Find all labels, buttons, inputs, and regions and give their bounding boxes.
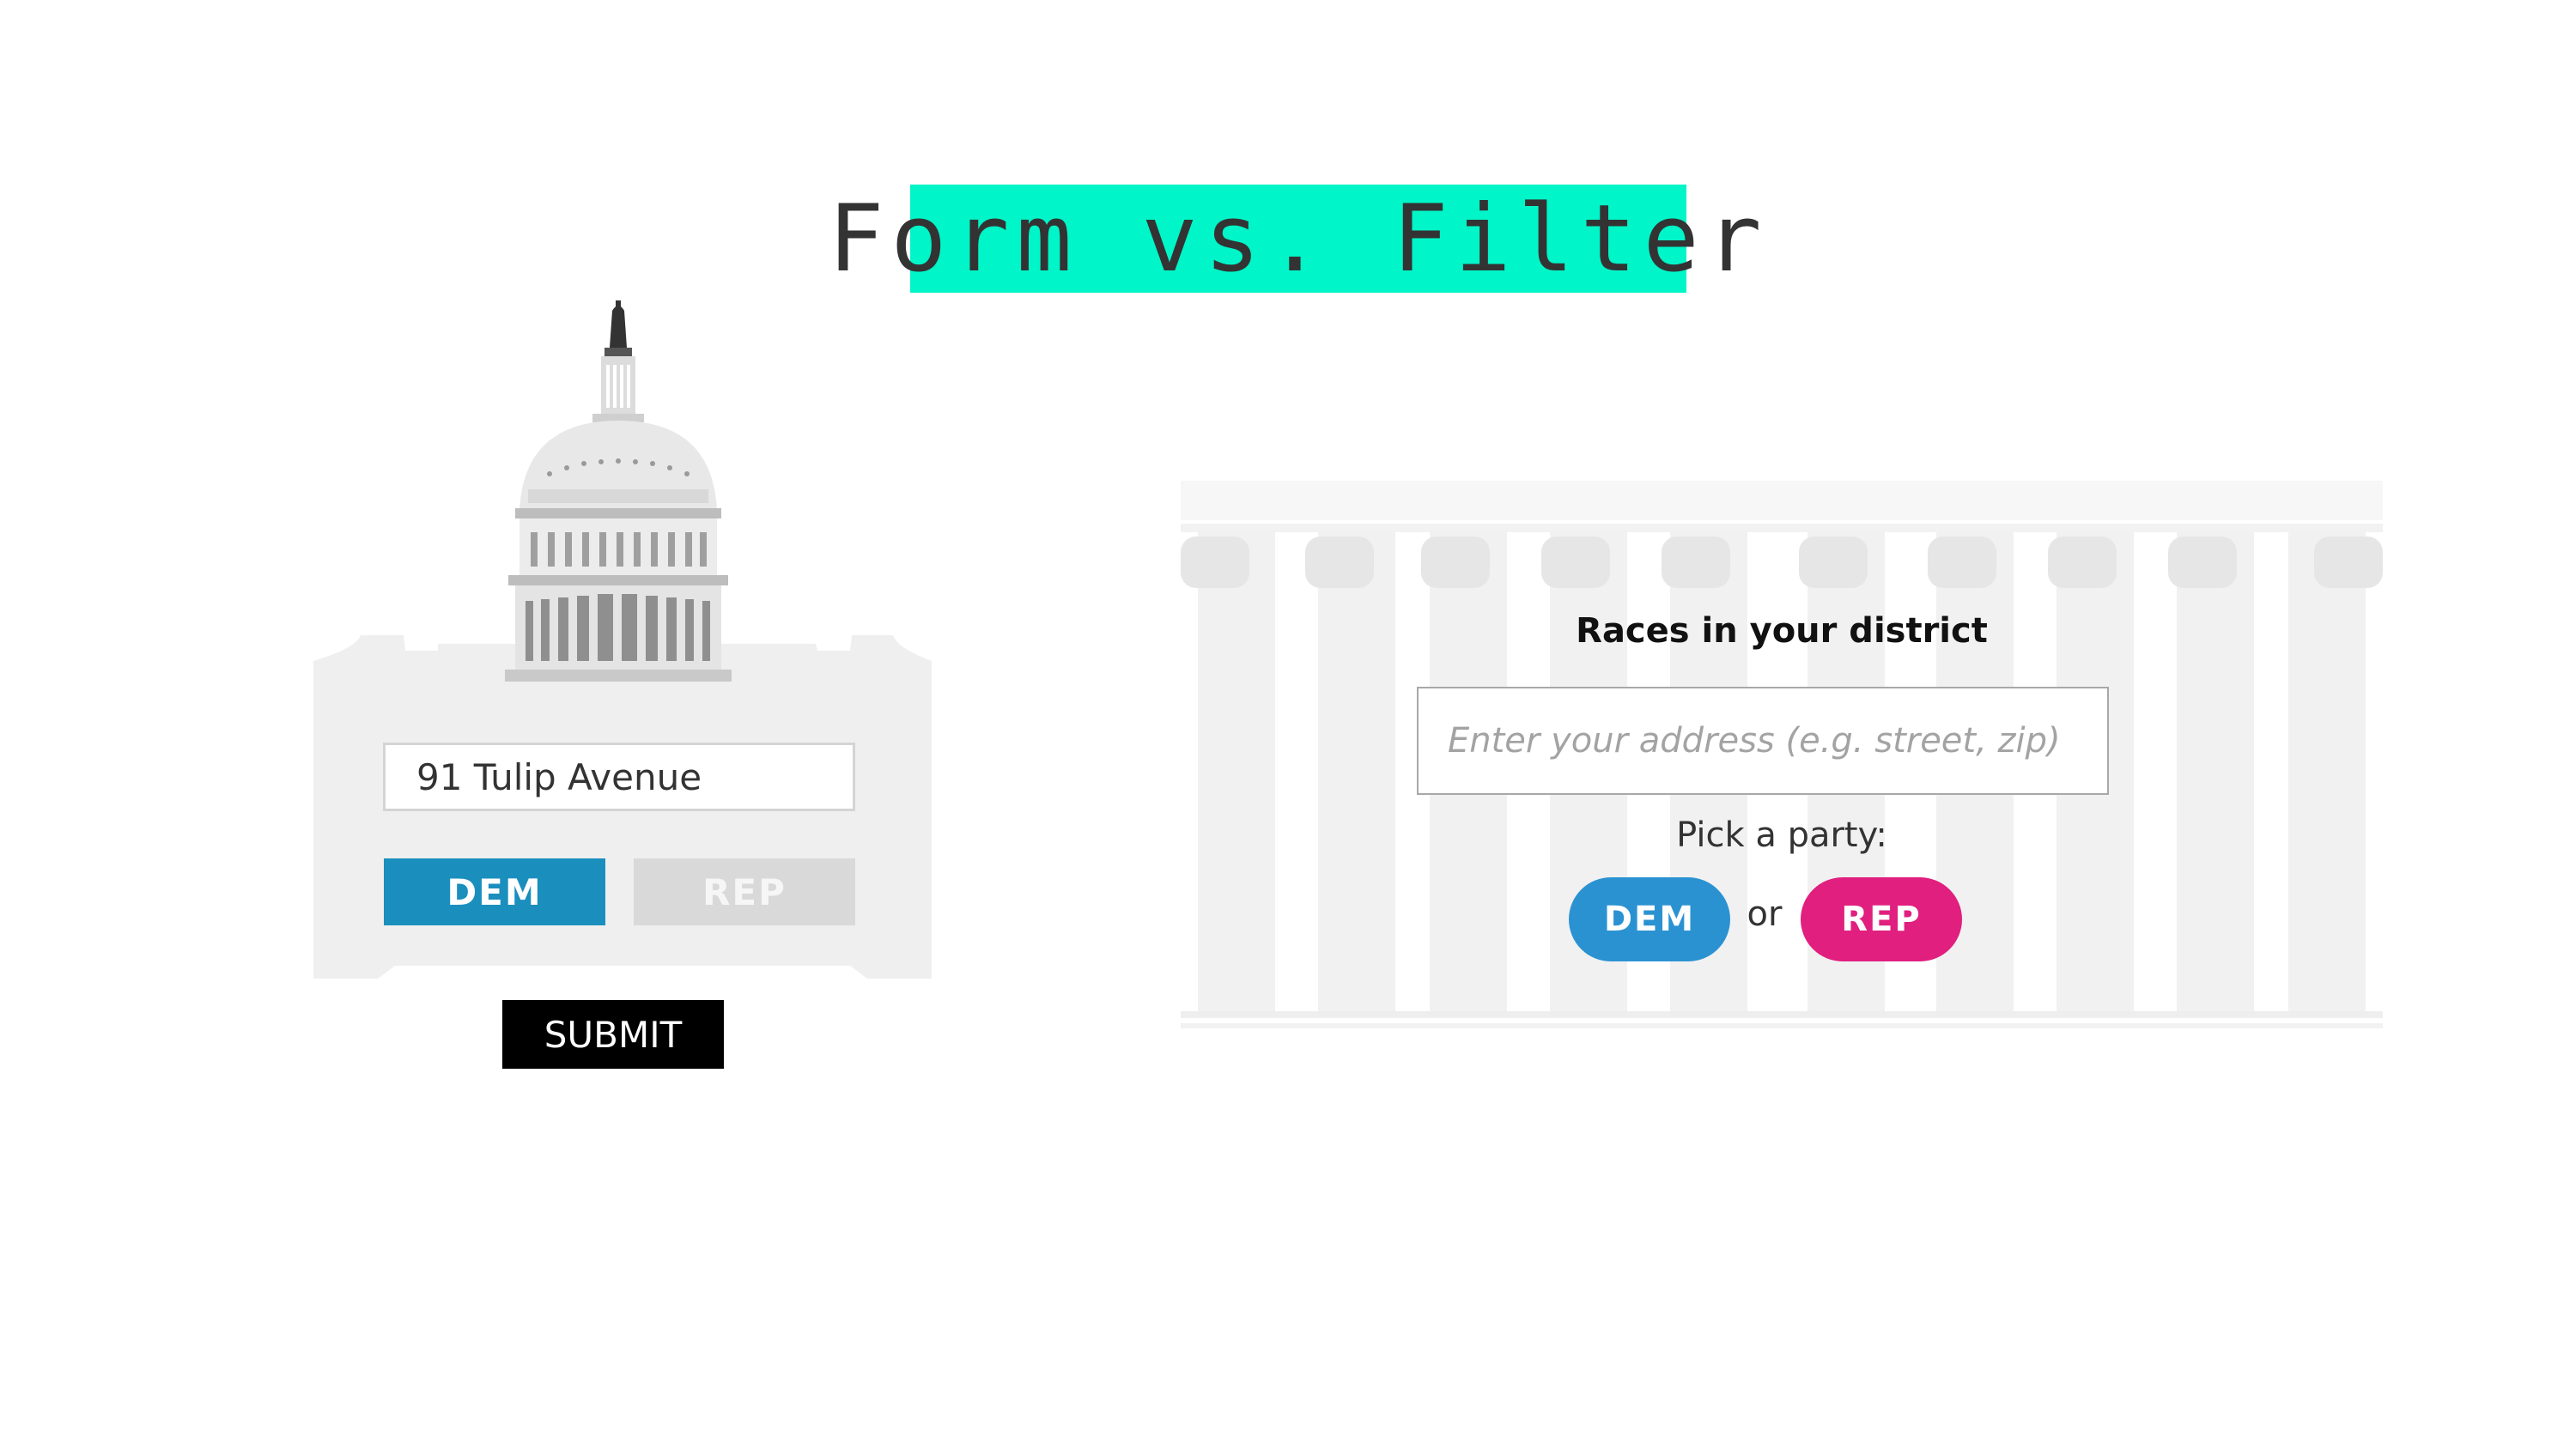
submit-button[interactable]: SUBMIT (502, 1000, 724, 1069)
dem-pill-button[interactable]: DEM (1569, 877, 1730, 961)
or-separator: or (1747, 894, 1783, 934)
filter-heading: Races in your district (1576, 611, 1988, 651)
page-title: Form vs. Filter (828, 185, 1769, 293)
address-search-input[interactable] (1417, 687, 2109, 795)
form-example: DEM REP SUBMIT (309, 283, 936, 1082)
filter-example: Races in your district Pick a party: DEM… (1172, 481, 2391, 1056)
dem-button[interactable]: DEM (384, 858, 605, 925)
address-field[interactable] (383, 743, 855, 811)
title-banner: Form vs. Filter (828, 185, 1762, 293)
party-label: Pick a party: (1676, 815, 1887, 855)
rep-pill-button[interactable]: REP (1801, 877, 1962, 961)
rep-button[interactable]: REP (634, 858, 855, 925)
